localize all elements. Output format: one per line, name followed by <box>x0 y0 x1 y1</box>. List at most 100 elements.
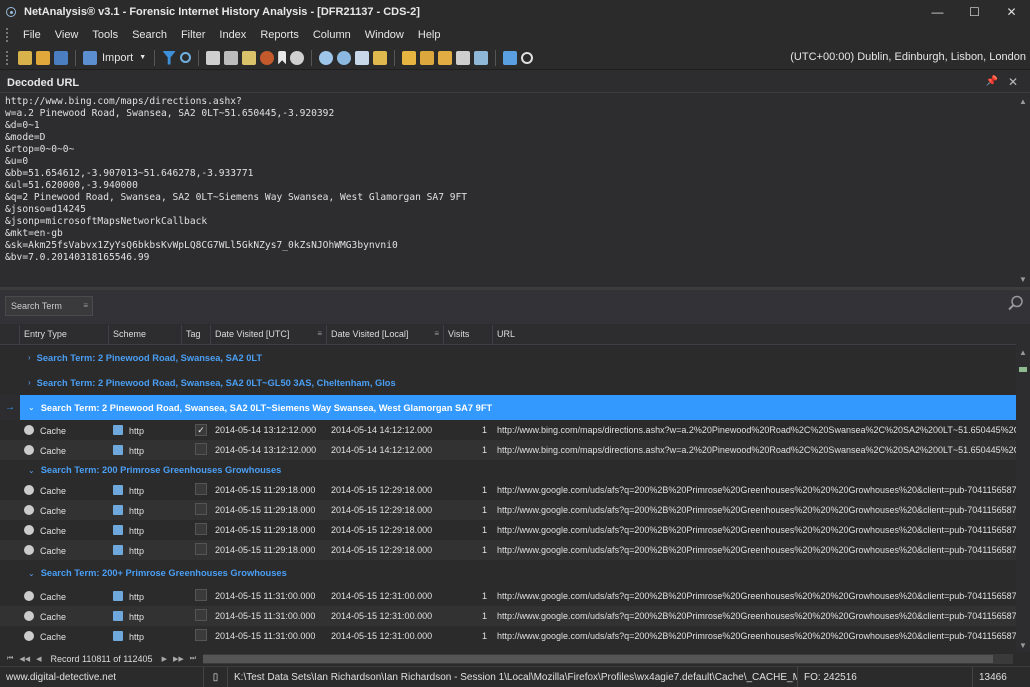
column-header-url[interactable]: URL <box>493 325 1016 345</box>
timezone-label[interactable]: (UTC+00:00) Dublin, Edinburgh, Lisbon, L… <box>790 51 1026 63</box>
tag-checkbox[interactable] <box>195 483 207 495</box>
tag-checkbox[interactable] <box>195 443 207 455</box>
table-row[interactable]: Cache http 2014-05-15 11:29:18.000 2014-… <box>0 520 1016 540</box>
decoded-url-scrollbar[interactable]: ▲ ▼ <box>1016 94 1030 286</box>
scroll-down-icon[interactable]: ▼ <box>1016 272 1030 286</box>
copy-icon[interactable] <box>355 50 370 65</box>
cell-url: http://www.google.com/uds/afs?q=200%2B%2… <box>497 525 1016 535</box>
grid-scrollbar[interactable]: ▲ ▼ <box>1016 345 1030 652</box>
expand-chevron-icon[interactable]: › <box>28 353 31 362</box>
import-button[interactable]: Import <box>102 52 133 64</box>
table-row[interactable]: Cache http 2014-05-15 11:31:00.000 2014-… <box>0 626 1016 646</box>
bookmark-icon[interactable] <box>278 50 287 65</box>
group-row[interactable]: › Search Term: 2 Pinewood Road, Swansea,… <box>0 345 1016 370</box>
pin-icon[interactable]: 📌 <box>986 76 998 87</box>
collapse-chevron-icon[interactable]: ⌄ <box>28 569 35 578</box>
table-row[interactable]: Cache http 2014-05-15 11:31:00.000 2014-… <box>0 586 1016 606</box>
menu-window[interactable]: Window <box>358 29 411 41</box>
first-record-icon[interactable]: ⏮ <box>7 655 13 663</box>
tag-checkbox[interactable] <box>195 609 207 621</box>
last-record-icon[interactable]: ⏭ <box>190 655 196 663</box>
edit-document-icon[interactable] <box>456 50 471 65</box>
table-row[interactable]: Cache http 2014-05-15 11:29:18.000 2014-… <box>0 500 1016 520</box>
column-header-tag[interactable]: Tag <box>182 325 211 345</box>
entry-type-text: Cache <box>40 505 67 516</box>
scroll-up-icon[interactable]: ▲ <box>1016 345 1030 359</box>
maximize-button[interactable]: ☐ <box>956 0 993 24</box>
menu-help[interactable]: Help <box>411 29 448 41</box>
settings-gear-icon[interactable] <box>290 50 305 65</box>
menu-column[interactable]: Column <box>306 29 358 41</box>
menu-filter[interactable]: Filter <box>174 29 212 41</box>
open-external-icon[interactable] <box>474 50 489 65</box>
cookie-icon[interactable] <box>260 50 275 65</box>
save-icon[interactable] <box>54 50 68 65</box>
search-icon[interactable] <box>180 52 192 63</box>
grid-view-icon[interactable] <box>206 50 221 65</box>
next-record-icon[interactable]: ▶ <box>162 655 167 663</box>
decoded-url-text[interactable]: http://www.bing.com/maps/directions.ashx… <box>0 94 1016 286</box>
expand-chevron-icon[interactable]: › <box>28 378 31 387</box>
export-folder-icon[interactable] <box>402 50 417 65</box>
calendar-icon[interactable] <box>242 50 257 65</box>
horizontal-scrollbar[interactable] <box>203 654 1013 664</box>
globe-icon[interactable] <box>319 50 334 65</box>
column-header-date-local[interactable]: Date Visited [Local] ≡ <box>327 325 444 345</box>
cell-scheme: http <box>109 524 182 536</box>
minimize-button[interactable]: — <box>919 0 956 24</box>
scrollbar-thumb[interactable] <box>203 655 993 663</box>
export-csv-icon[interactable] <box>420 50 435 65</box>
table-row[interactable]: Cache http 2014-05-15 11:29:18.000 2014-… <box>0 480 1016 500</box>
menu-file[interactable]: File <box>16 29 48 41</box>
tag-checkbox[interactable]: ✓ <box>195 424 207 436</box>
table-row[interactable]: Cache http 2014-05-15 11:31:00.000 2014-… <box>0 606 1016 626</box>
table-row[interactable]: Cache http 2014-05-15 11:29:18.000 2014-… <box>0 540 1016 560</box>
collapse-chevron-icon[interactable]: ⌄ <box>28 466 35 475</box>
collapse-chevron-icon[interactable]: ⌄ <box>28 403 35 412</box>
status-bookmark-icon[interactable]: ▯ <box>204 667 228 687</box>
export-html-icon[interactable] <box>438 50 453 65</box>
close-panel-icon[interactable]: ✕ <box>1008 75 1018 89</box>
menu-view[interactable]: View <box>48 29 86 41</box>
group-row-selected[interactable]: → ⌄ Search Term: 2 Pinewood Road, Swanse… <box>0 395 1016 420</box>
table-row[interactable]: Cache http ✓ 2014-05-14 13:12:12.000 201… <box>0 420 1016 440</box>
tag-checkbox[interactable] <box>195 543 207 555</box>
chip-sort-icon[interactable]: ≡ <box>83 301 88 310</box>
import-icon[interactable] <box>83 50 97 65</box>
close-window-button[interactable]: ✕ <box>993 0 1030 24</box>
filter-icon[interactable] <box>162 50 177 65</box>
column-header-scheme[interactable]: Scheme <box>109 325 182 345</box>
previous-record-icon[interactable]: ◀ <box>36 655 41 663</box>
report-view-icon[interactable] <box>224 50 239 65</box>
next-page-icon[interactable]: ▶▶ <box>173 655 184 663</box>
group-row[interactable]: ⌄ Search Term: 200+ Primrose Greenhouses… <box>0 560 1016 586</box>
tag-checkbox[interactable] <box>195 503 207 515</box>
column-header-entry-type[interactable]: Entry Type <box>20 325 109 345</box>
tag-checkbox[interactable] <box>195 629 207 641</box>
menu-reports[interactable]: Reports <box>253 29 306 41</box>
scrollbar-thumb[interactable] <box>1019 367 1027 372</box>
tools-icon[interactable] <box>503 50 518 65</box>
power-icon[interactable] <box>521 51 534 64</box>
id-card-icon[interactable] <box>373 50 388 65</box>
table-row[interactable]: Cache http 2014-05-14 13:12:12.000 2014-… <box>0 440 1016 460</box>
menu-index[interactable]: Index <box>212 29 253 41</box>
search-magnifier-icon[interactable] <box>1008 295 1024 311</box>
open-folder-icon[interactable] <box>36 50 50 65</box>
scroll-down-icon[interactable]: ▼ <box>1016 638 1030 652</box>
tag-checkbox[interactable] <box>195 523 207 535</box>
column-header-visits[interactable]: Visits <box>444 325 493 345</box>
status-website[interactable]: www.digital-detective.net <box>0 667 204 687</box>
menu-search[interactable]: Search <box>125 29 174 41</box>
menu-tools[interactable]: Tools <box>85 29 125 41</box>
new-workspace-icon[interactable] <box>18 50 32 65</box>
group-row[interactable]: ⌄ Search Term: 200 Primrose Greenhouses … <box>0 460 1016 480</box>
column-header-date-utc[interactable]: Date Visited [UTC] ≡ <box>211 325 327 345</box>
scroll-up-icon[interactable]: ▲ <box>1016 94 1030 108</box>
group-row[interactable]: › Search Term: 2 Pinewood Road, Swansea,… <box>0 370 1016 395</box>
previous-page-icon[interactable]: ◀◀ <box>19 655 30 663</box>
tag-checkbox[interactable] <box>195 589 207 601</box>
import-dropdown-icon[interactable]: ▼ <box>139 54 146 61</box>
group-by-search-term-chip[interactable]: Search Term ≡ <box>5 296 93 316</box>
web-browser-icon[interactable] <box>337 50 352 65</box>
